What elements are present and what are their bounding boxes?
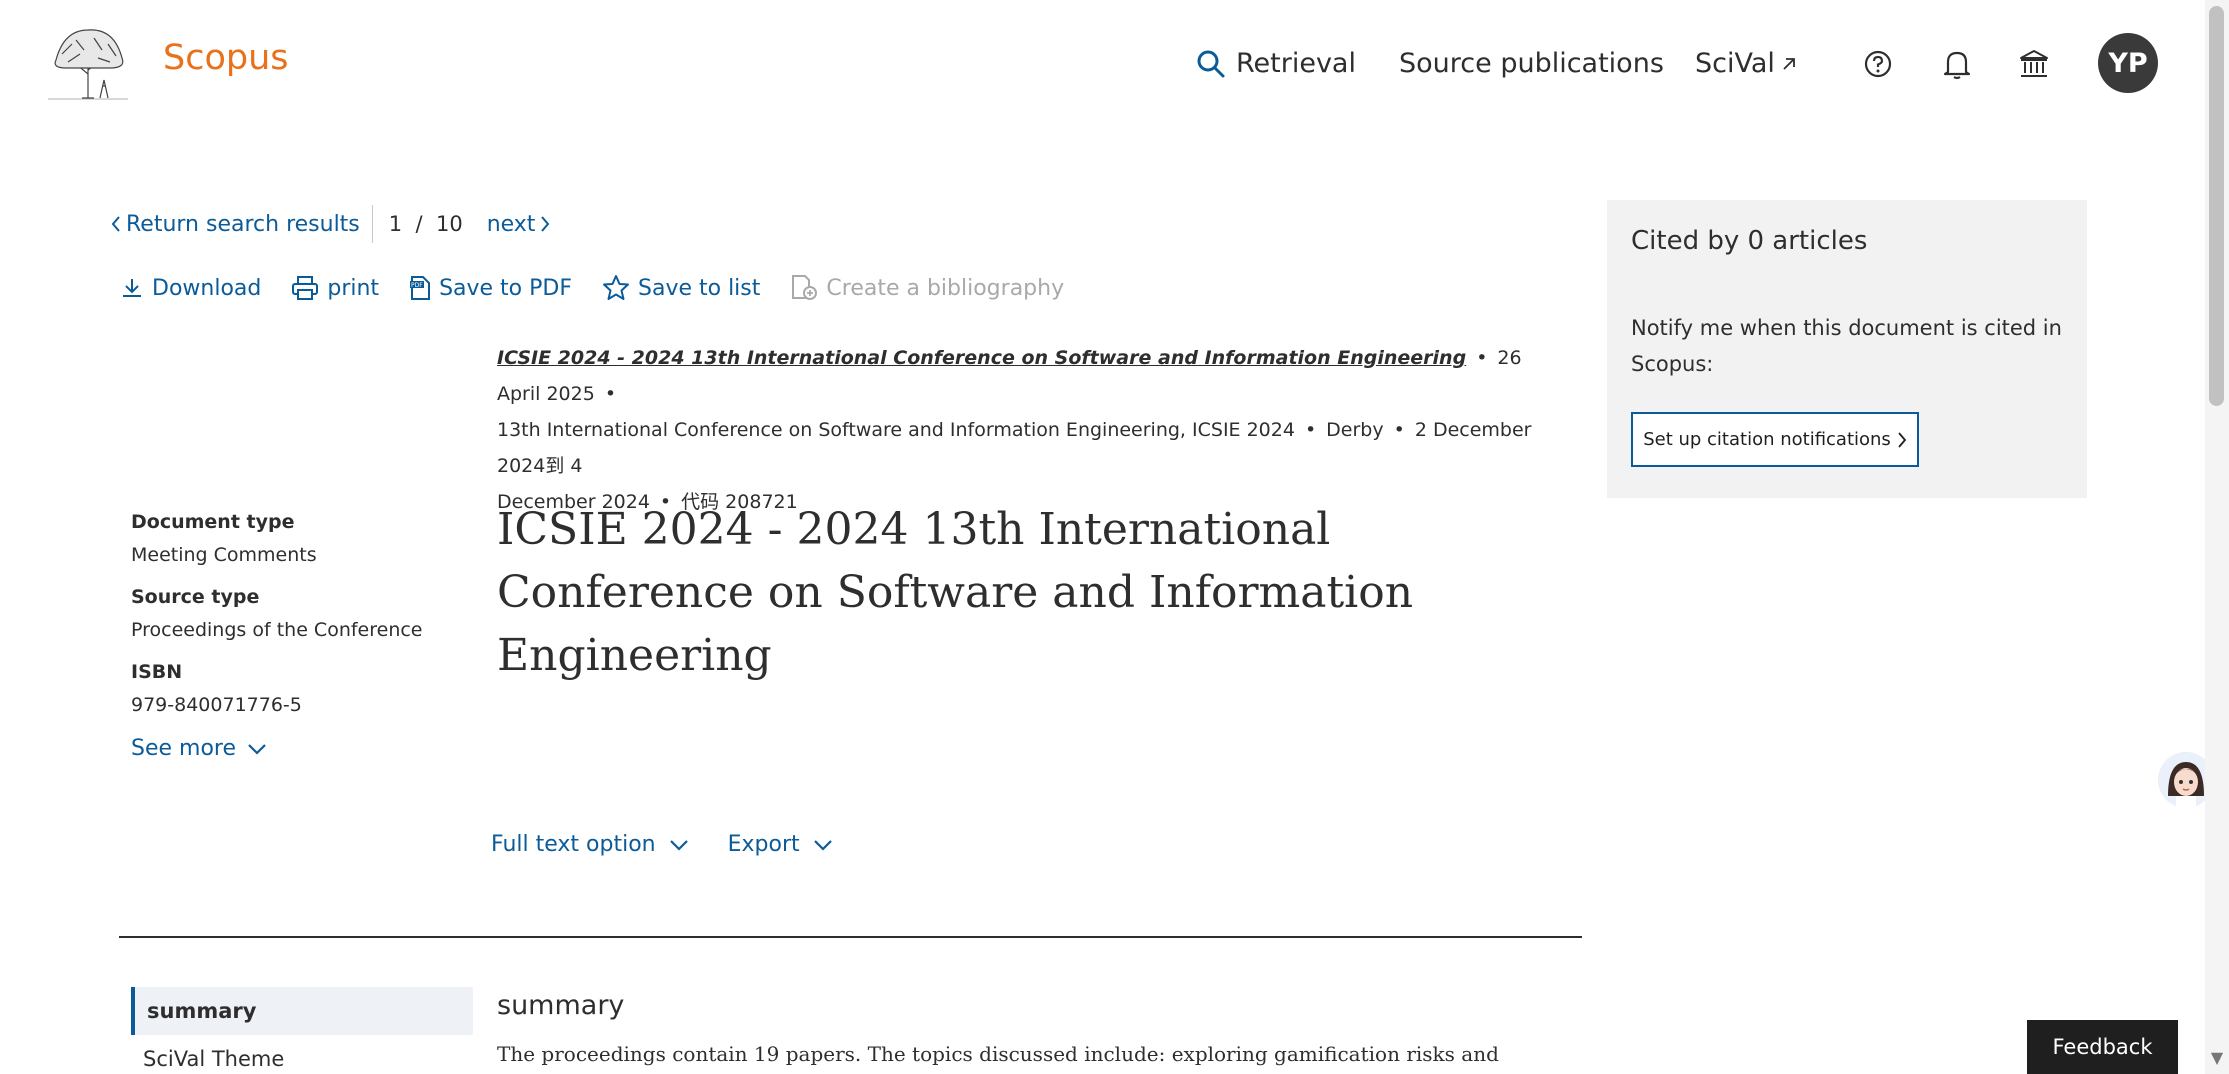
elsevier-tree-logo[interactable] <box>46 24 130 100</box>
pdf-file-icon: PDF <box>410 276 431 300</box>
print-label: print <box>327 275 380 301</box>
conference-location: Derby <box>1326 419 1384 441</box>
top-header: Scopus Retrieval Source publications Sci… <box>0 0 2205 130</box>
summary-heading: summary <box>497 990 625 1021</box>
see-more-label: See more <box>131 736 237 761</box>
save-to-list-button[interactable]: Save to list <box>602 274 760 302</box>
result-pager: 1 / 10 <box>389 212 463 236</box>
chevron-down-icon <box>248 743 266 755</box>
pager-total: 10 <box>435 212 463 236</box>
print-button[interactable]: print <box>291 275 379 301</box>
document-options: Full text option Export <box>491 832 834 857</box>
nav-scival[interactable]: SciVal <box>1695 48 1799 79</box>
institution-icon <box>2020 50 2048 77</box>
full-text-option-dropdown[interactable]: Full text option <box>491 832 690 857</box>
scrollbar-thumb[interactable] <box>2209 6 2224 406</box>
create-bibliography-button[interactable]: Create a bibliography <box>790 274 1064 302</box>
chevron-down-icon <box>813 839 832 851</box>
nav-retrieval[interactable]: Retrieval <box>1196 48 1356 79</box>
return-label: Return search results <box>126 211 360 237</box>
result-navigation: Return search results 1 / 10 next <box>110 205 551 243</box>
star-icon <box>603 275 629 300</box>
nav-retrieval-label: Retrieval <box>1236 48 1356 79</box>
citation-panel: Cited by 0 articles Notify me when this … <box>1607 200 2087 498</box>
bullet: • <box>1393 419 1405 441</box>
summary-text: The proceedings contain 19 papers. The t… <box>497 1042 1499 1066</box>
help-button[interactable] <box>1858 44 1898 84</box>
download-label: Download <box>152 275 262 301</box>
nav-separator <box>371 205 373 243</box>
section-nav-summary[interactable]: summary <box>131 987 473 1035</box>
see-more-button[interactable]: See more <box>131 736 268 761</box>
bibliography-label: Create a bibliography <box>826 275 1065 301</box>
help-icon <box>1864 50 1892 78</box>
save-to-pdf-button[interactable]: PDF Save to PDF <box>409 275 572 301</box>
return-search-results-link[interactable]: Return search results <box>110 212 360 237</box>
citation-notify-text: Notify me when this document is cited in… <box>1631 316 2062 376</box>
source-type-label: Source type <box>131 586 260 608</box>
next-result-link[interactable]: next <box>487 212 552 237</box>
feedback-button[interactable]: Feedback <box>2027 1020 2178 1074</box>
section-nav-scival-theme[interactable]: SciVal Theme <box>143 1047 284 1071</box>
search-icon <box>1197 50 1225 77</box>
document-type-label: Document type <box>131 511 295 533</box>
download-icon <box>123 279 141 297</box>
conference-name: 13th International Conference on Softwar… <box>497 419 1295 441</box>
full-text-label: Full text option <box>491 832 656 857</box>
nav-sources-label: Source publications <box>1399 48 1664 79</box>
nav-scival-label: SciVal <box>1695 48 1775 79</box>
user-avatar[interactable]: YP <box>2098 33 2158 93</box>
chevron-right-icon <box>541 216 550 232</box>
pager-current: 1 <box>388 212 403 236</box>
section-divider <box>119 936 1582 938</box>
download-button[interactable]: Download <box>120 276 261 301</box>
external-link-icon <box>1783 57 1795 70</box>
chevron-down-icon <box>669 839 688 851</box>
document-title: ICSIE 2024 - 2024 13th International Con… <box>497 504 1414 681</box>
cited-by-title: Cited by 0 articles <box>1631 226 1868 256</box>
source-info: ICSIE 2024 - 2024 13th International Con… <box>497 340 1557 520</box>
bibliography-icon <box>792 275 818 300</box>
document-type-value: Meeting Comments <box>131 544 317 566</box>
document-toolbar: Download print PDF Save to PDF Save to l… <box>120 274 1064 302</box>
source-type-value: Proceedings of the Conference <box>131 619 423 641</box>
notifications-button[interactable] <box>1937 44 1977 84</box>
export-label: Export <box>727 832 800 857</box>
chevron-right-icon <box>1898 431 1906 448</box>
bullet: • <box>1304 419 1317 441</box>
export-dropdown[interactable]: Export <box>728 832 834 857</box>
save-list-label: Save to list <box>638 275 761 301</box>
bell-icon <box>1943 51 1971 80</box>
pager-separator: / <box>415 212 423 236</box>
scroll-down-arrow-icon[interactable]: ▼ <box>2207 1048 2227 1068</box>
next-label: next <box>486 211 536 237</box>
isbn-label: ISBN <box>131 661 183 683</box>
source-title-link[interactable]: ICSIE 2024 - 2024 13th International Con… <box>497 347 1466 369</box>
isbn-value: 979-840071776-5 <box>131 694 302 716</box>
chevron-left-icon <box>111 216 120 232</box>
nav-source-publications[interactable]: Source publications <box>1399 48 1664 79</box>
institution-button[interactable] <box>2014 44 2054 84</box>
bullet: • <box>1476 347 1488 369</box>
save-pdf-label: Save to PDF <box>439 275 572 301</box>
printer-icon <box>292 276 319 300</box>
svg-text:PDF: PDF <box>411 282 423 289</box>
bullet: • <box>604 383 617 405</box>
set-up-citation-notifications-button[interactable]: Set up citation notifications <box>1631 412 1919 467</box>
citation-button-label: Set up citation notifications <box>1643 429 1891 450</box>
scopus-brand[interactable]: Scopus <box>163 38 289 78</box>
